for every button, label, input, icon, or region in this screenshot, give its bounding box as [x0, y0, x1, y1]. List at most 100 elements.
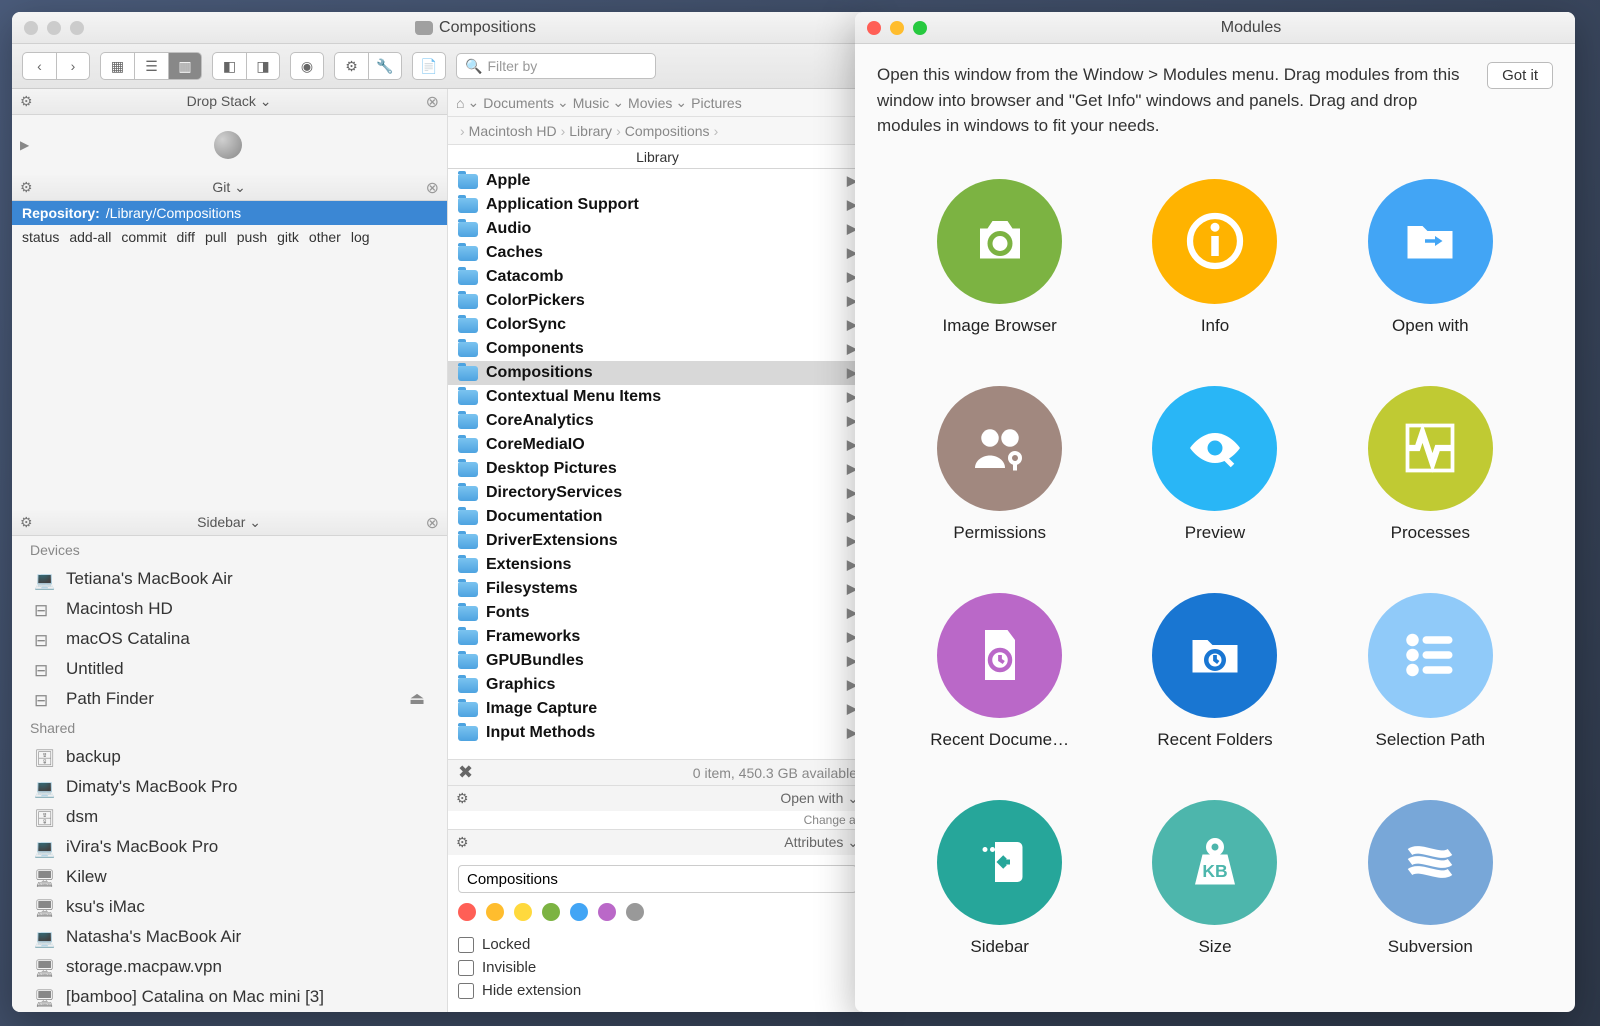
gear-icon[interactable]: ⚙ [456, 834, 469, 851]
column-view-button[interactable]: ▥ [168, 52, 202, 80]
sidebar-item[interactable]: 🗄backup [12, 742, 447, 772]
sidebar-item[interactable]: 💻Tetiana's MacBook Air [12, 564, 447, 594]
attributes-header[interactable]: ⚙ Attributes ⌄ [448, 829, 867, 855]
close-icon[interactable]: ⊗ [426, 92, 439, 112]
git-cmd-log[interactable]: log [351, 229, 370, 245]
sidebar-item[interactable]: ⊟Path Finder⏏ [12, 684, 447, 714]
checkbox-row[interactable]: Hide extension [458, 979, 857, 1002]
git-cmd-other[interactable]: other [309, 229, 341, 245]
close-icon[interactable]: ⊗ [426, 178, 439, 198]
breadcrumb-item[interactable]: Library [569, 123, 612, 139]
folder-row[interactable]: Frameworks▶ [448, 625, 867, 649]
module-recent-folders[interactable]: Recent Folders [1122, 593, 1307, 750]
folder-row[interactable]: Audio▶ [448, 217, 867, 241]
module-open-with[interactable]: Open with [1338, 179, 1523, 336]
list-view-button[interactable]: ☰ [134, 52, 168, 80]
zoom-light[interactable] [913, 21, 927, 35]
folder-row[interactable]: Caches▶ [448, 241, 867, 265]
folder-row[interactable]: DriverExtensions▶ [448, 529, 867, 553]
folder-row[interactable]: Fonts▶ [448, 601, 867, 625]
checkbox[interactable] [458, 937, 474, 953]
folder-row[interactable]: Input Methods▶ [448, 721, 867, 745]
git-cmd-gitk[interactable]: gitk [277, 229, 299, 245]
folder-row[interactable]: Filesystems▶ [448, 577, 867, 601]
tag-color[interactable] [570, 903, 588, 921]
module-info[interactable]: Info [1122, 179, 1307, 336]
documents-tab[interactable]: Documents ⌄ [483, 94, 569, 111]
folder-row[interactable]: Apple▶ [448, 169, 867, 193]
git-cmd-add-all[interactable]: add-all [69, 229, 111, 245]
module-processes[interactable]: Processes [1338, 386, 1523, 543]
openwith-header[interactable]: ⚙ Open with ⌄ [448, 785, 867, 811]
folder-row[interactable]: Components▶ [448, 337, 867, 361]
module-permissions[interactable]: Permissions [907, 386, 1092, 543]
checkbox[interactable] [458, 960, 474, 976]
git-cmd-status[interactable]: status [22, 229, 59, 245]
folder-row[interactable]: Graphics▶ [448, 673, 867, 697]
folder-row[interactable]: ColorPickers▶ [448, 289, 867, 313]
tag-color[interactable] [486, 903, 504, 921]
pictures-tab[interactable]: Pictures [691, 95, 742, 111]
module-size[interactable]: KBSize [1122, 800, 1307, 957]
home-tab[interactable]: ⌄ [456, 94, 479, 111]
change-all-button[interactable]: Change all [448, 811, 867, 829]
folder-row[interactable]: ColorSync▶ [448, 313, 867, 337]
tag-color[interactable] [598, 903, 616, 921]
minimize-light[interactable] [47, 21, 61, 35]
folder-row[interactable]: CoreMediaIO▶ [448, 433, 867, 457]
breadcrumb-item[interactable]: Macintosh HD [469, 123, 557, 139]
folder-row[interactable]: GPUBundles▶ [448, 649, 867, 673]
quicklook-button[interactable]: ◉ [290, 52, 324, 80]
tag-color[interactable] [458, 903, 476, 921]
forward-button[interactable]: › [56, 52, 90, 80]
back-button[interactable]: ‹ [22, 52, 56, 80]
zoom-light[interactable] [70, 21, 84, 35]
action-menu-button[interactable]: ⚙ [334, 52, 368, 80]
breadcrumb-item[interactable]: Compositions [625, 123, 710, 139]
sidebar-item[interactable]: 💻iVira's MacBook Pro [12, 832, 447, 862]
module-recent-docume-[interactable]: Recent Docume… [907, 593, 1092, 750]
module-sidebar[interactable]: Sidebar [907, 800, 1092, 957]
clear-icon[interactable]: ✖ [458, 762, 473, 783]
drop-target-icon[interactable] [214, 131, 242, 159]
folder-row[interactable]: Contextual Menu Items▶ [448, 385, 867, 409]
git-header[interactable]: ⚙ Git ⌄ ⊗ [12, 175, 447, 201]
module-subversion[interactable]: Subversion [1338, 800, 1523, 957]
icon-view-button[interactable]: ▦ [100, 52, 134, 80]
dropstack-header[interactable]: ⚙ Drop Stack ⌄ ⊗ [12, 89, 447, 115]
drop-stack-area[interactable]: ▶ [12, 115, 447, 175]
sidebar-item[interactable]: ⊟macOS Catalina [12, 624, 447, 654]
sidebar-item[interactable]: ⊟Untitled [12, 654, 447, 684]
module-preview[interactable]: Preview [1122, 386, 1307, 543]
gear-icon[interactable]: ⚙ [20, 514, 33, 531]
sidebar-item[interactable]: ⊟Macintosh HD [12, 594, 447, 624]
sidebar-item[interactable]: 💻Natasha's MacBook Air [12, 922, 447, 952]
tag-color[interactable] [514, 903, 532, 921]
folder-row[interactable]: Desktop Pictures▶ [448, 457, 867, 481]
checkbox-row[interactable]: Invisible [458, 956, 857, 979]
folder-row[interactable]: DirectoryServices▶ [448, 481, 867, 505]
modules-titlebar[interactable]: Modules [855, 12, 1575, 44]
gear-icon[interactable]: ⚙ [20, 93, 33, 110]
sidebar-item[interactable]: 🖥ksu's iMac [12, 892, 447, 922]
tag-color[interactable] [626, 903, 644, 921]
module-selection-path[interactable]: Selection Path [1338, 593, 1523, 750]
tag-color[interactable] [542, 903, 560, 921]
music-tab[interactable]: Music ⌄ [573, 94, 624, 111]
play-icon[interactable]: ▶ [20, 138, 29, 152]
folder-row[interactable]: Image Capture▶ [448, 697, 867, 721]
sidebar-item[interactable]: 🖥storage.macpaw.vpn [12, 952, 447, 982]
folder-row[interactable]: Application Support▶ [448, 193, 867, 217]
folder-row[interactable]: Compositions▶ [448, 361, 867, 385]
folder-row[interactable]: Documentation▶ [448, 505, 867, 529]
folder-list[interactable]: Apple▶Application Support▶Audio▶Caches▶ C… [448, 169, 867, 759]
git-cmd-commit[interactable]: commit [121, 229, 166, 245]
sidebar-item[interactable]: 🖥[bamboo] Catalina on Mac mini [3] [12, 982, 447, 1012]
minimize-light[interactable] [890, 21, 904, 35]
sidebar-header[interactable]: ⚙ Sidebar ⌄ ⊗ [12, 510, 447, 536]
gear-icon[interactable]: ⚙ [20, 179, 33, 196]
close-icon[interactable]: ⊗ [426, 513, 439, 533]
folder-row[interactable]: Extensions▶ [448, 553, 867, 577]
tools-button[interactable]: 🔧 [368, 52, 402, 80]
git-cmd-pull[interactable]: pull [205, 229, 227, 245]
